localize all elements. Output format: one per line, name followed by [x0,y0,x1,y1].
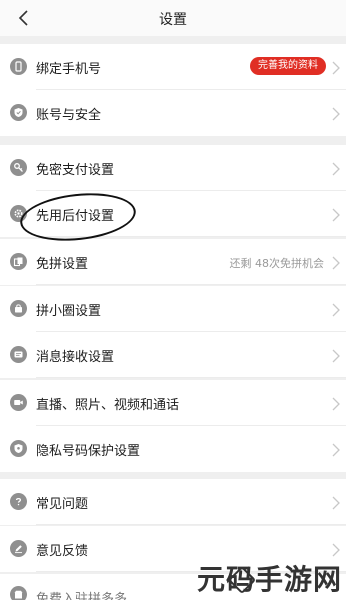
settings-item-label: 直播、照片、视频和通话 [36,398,180,413]
cards-icon [10,253,27,270]
settings-item-label: 拼小圈设置 [36,304,102,319]
settings-item-account-security[interactable]: 账号与安全 [0,90,346,136]
settings-item-label: 账号与安全 [36,108,102,123]
settings-item-message-receive[interactable]: 消息接收设置 [0,332,346,378]
settings-item-label: 消息接收设置 [36,350,115,365]
complete-profile-badge[interactable]: 完善我的资料 [250,57,326,75]
store-icon [10,586,27,600]
top-bar: 设置 [0,0,346,36]
message-icon [10,346,27,363]
chevron-right-icon [332,495,340,510]
settings-item-label: 绑定手机号 [36,62,102,77]
settings-item-group-free[interactable]: 免拼设置 还剩 48次免拼机会 [0,239,346,285]
bag-icon [10,300,27,317]
settings-item-faq[interactable]: 常见问题 [0,479,346,525]
settings-item-password-free-pay[interactable]: 免密支付设置 [0,145,346,191]
settings-item-pay-later[interactable]: 先用后付设置 [0,191,346,237]
page-title: 设置 [159,12,187,28]
chevron-right-icon [332,60,340,75]
settings-item-label: 免拼设置 [36,257,89,272]
settings-item-pin-circle[interactable]: 拼小圈设置 [0,286,346,332]
settings-item-label: 免密支付设置 [36,163,115,178]
chevron-right-icon [332,442,340,457]
remaining-chances-note: 还剩 48次免拼机会 [229,257,325,270]
settings-item-label: 意见反馈 [36,544,89,559]
chevron-right-icon [332,302,340,317]
privacy-shield-icon [10,440,27,457]
settings-item-privacy-number[interactable]: 隐私号码保护设置 [0,426,346,472]
shield-icon [10,104,27,121]
chevron-right-icon [332,348,340,363]
settings-item-label: 先用后付设置 [36,209,115,224]
chevron-right-icon [332,255,340,270]
camera-icon [10,394,27,411]
watermark-text: 元码手游网 [196,563,342,596]
settings-item-live-photo-video-call[interactable]: 直播、照片、视频和通话 [0,380,346,426]
settings-item-label: 常见问题 [36,497,89,512]
chevron-right-icon [332,542,340,557]
settings-item-label: 隐私号码保护设置 [36,444,141,459]
divider [36,236,346,237]
divider [36,284,346,285]
phone-icon [10,58,27,75]
chevron-right-icon [332,106,340,121]
divider [36,524,346,525]
chevron-right-icon [332,396,340,411]
pen-icon [10,540,27,557]
settings-item-label: 免费入驻拼多多 [36,592,128,600]
key-icon [10,159,27,176]
chevron-right-icon [332,161,340,176]
chevron-right-icon [332,207,340,222]
divider [36,377,346,378]
gear-icon [10,205,27,222]
settings-item-bind-phone[interactable]: 绑定手机号 完善我的资料 [0,44,346,90]
question-icon [10,493,27,510]
